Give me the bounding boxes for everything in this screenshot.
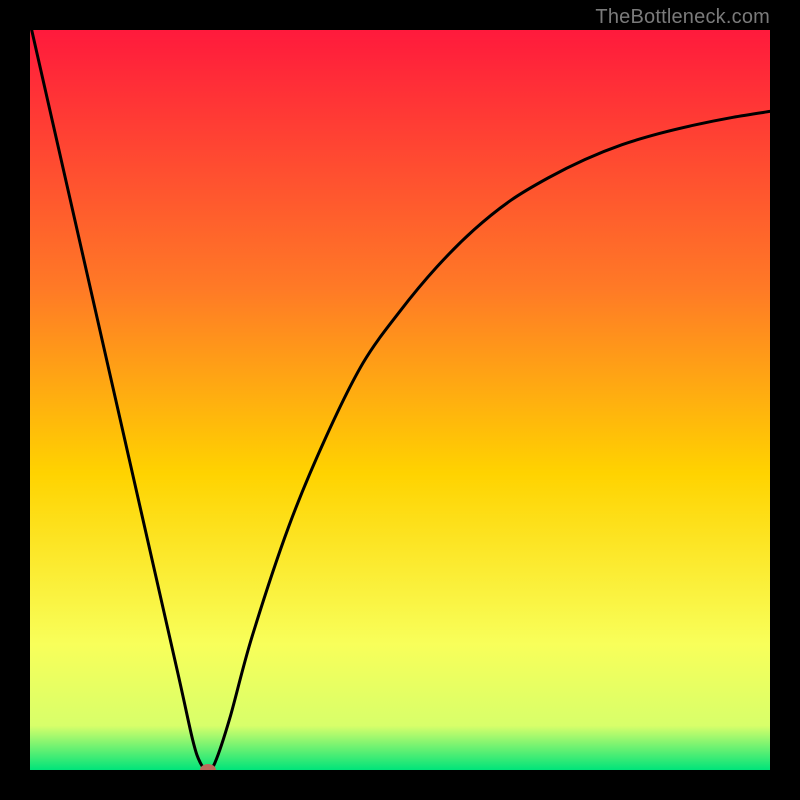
- plot-area: [30, 30, 770, 770]
- marker-dot: [200, 764, 216, 770]
- bottleneck-curve: [30, 30, 770, 770]
- watermark-text: TheBottleneck.com: [595, 6, 770, 29]
- chart-frame: TheBottleneck.com: [0, 0, 800, 800]
